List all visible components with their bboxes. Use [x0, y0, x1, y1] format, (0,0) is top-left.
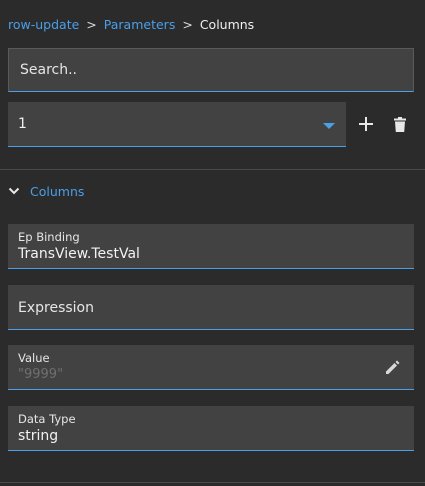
search-placeholder: Search..	[20, 62, 77, 78]
breadcrumb: row-update > Parameters > Columns	[8, 16, 254, 32]
section-title: Columns	[30, 183, 85, 199]
data-type-value: string	[18, 428, 59, 444]
expression-field[interactable]: Expression	[8, 285, 414, 330]
breadcrumb-separator: >	[182, 16, 193, 32]
add-parameter-button[interactable]	[355, 113, 377, 135]
chevron-down-icon	[8, 187, 20, 195]
divider	[0, 169, 425, 170]
parameter-select-value: 1	[18, 116, 27, 132]
value-label: Value	[18, 351, 50, 365]
data-type-label: Data Type	[18, 412, 76, 426]
delete-parameter-button[interactable]	[389, 113, 411, 135]
expression-placeholder: Expression	[18, 300, 94, 316]
trash-icon	[394, 116, 406, 132]
breadcrumb-current: Columns	[199, 16, 255, 32]
divider	[0, 482, 425, 483]
chevron-down-icon	[323, 123, 335, 129]
ep-binding-label: Ep Binding	[18, 230, 80, 244]
plus-icon	[359, 117, 373, 131]
pencil-icon[interactable]	[384, 358, 402, 376]
breadcrumb-link-parameters[interactable]: Parameters	[104, 17, 176, 32]
breadcrumb-link-row-update[interactable]: row-update	[8, 17, 79, 32]
data-type-field[interactable]: Data Type string	[8, 406, 414, 451]
parameter-select[interactable]: 1	[8, 102, 346, 147]
breadcrumb-separator: >	[86, 16, 97, 32]
value-field[interactable]: Value "9999"	[8, 345, 414, 390]
value-placeholder: "9999"	[18, 367, 64, 382]
ep-binding-value: TransView.TestVal	[18, 246, 140, 262]
columns-section-toggle[interactable]: Columns	[8, 182, 84, 200]
search-input[interactable]: Search..	[8, 48, 414, 92]
ep-binding-field[interactable]: Ep Binding TransView.TestVal	[8, 224, 414, 269]
